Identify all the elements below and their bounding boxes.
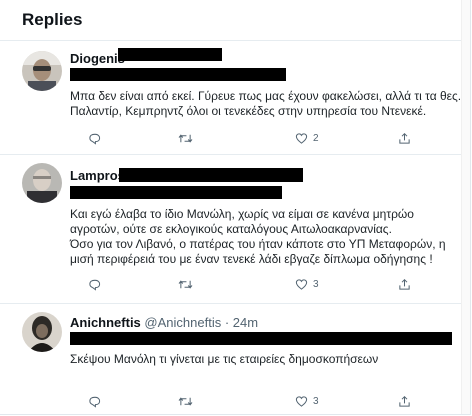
like-button[interactable]: 2	[295, 132, 319, 145]
comment-icon	[89, 133, 101, 145]
retweet-icon	[178, 397, 193, 406]
like-count: 3	[313, 279, 319, 290]
replies-panel: Replies Diogenis Μπα δεν είναι από εκεί.…	[0, 0, 471, 415]
reply-button[interactable]	[88, 132, 106, 145]
heart-icon	[295, 133, 308, 144]
tweet-text: Και εγώ έλαβα το ίδιο Μανώλη, χωρίς να ε…	[70, 207, 462, 267]
retweet-icon	[178, 134, 193, 143]
tweet-text-line: Μπα δεν είναι από εκεί. Γύρευε πως μας έ…	[70, 89, 465, 103]
like-count: 3	[313, 396, 319, 407]
heart-icon	[295, 396, 308, 407]
redacted-reply-context	[70, 332, 452, 345]
reply-button[interactable]	[88, 395, 106, 408]
reply-tweet[interactable]: Lampros Και εγώ έλαβα το ίδιο Μανώλη, χω…	[0, 154, 470, 304]
author-display-name[interactable]: Anichneftis	[70, 315, 141, 330]
replies-header: Replies	[0, 0, 470, 41]
comment-icon	[89, 279, 101, 291]
share-icon	[399, 278, 410, 290]
tweet-text-line: Παλαντίρ, Κεμπρηντζ όλοι οι τενεκέδες στ…	[70, 104, 427, 118]
author-name[interactable]: Lampros	[70, 168, 125, 183]
heart-icon	[295, 279, 308, 290]
like-button[interactable]: 3	[295, 278, 319, 291]
share-icon	[399, 132, 410, 144]
redacted-handle	[119, 168, 303, 182]
author-name[interactable]: Diogenis	[70, 51, 125, 66]
share-button[interactable]	[398, 278, 411, 291]
share-button[interactable]	[398, 395, 411, 408]
author-handle[interactable]: @Anichneftis	[144, 315, 221, 330]
reply-button[interactable]	[88, 278, 106, 291]
page-title: Replies	[22, 10, 83, 29]
redacted-handle	[118, 48, 222, 61]
tweet-timestamp[interactable]: · 24m	[225, 315, 258, 330]
tweet-text-line: Και εγώ έλαβα το ίδιο Μανώλη, χωρίς να ε…	[70, 207, 414, 221]
share-icon	[399, 395, 410, 407]
tweet-text: Σκέψου Μανόλη τι γίνεται με τις εταιρείε…	[70, 352, 462, 367]
reply-tweet[interactable]: Anichneftis @Anichneftis · 24m Σκέψου Μα…	[0, 303, 470, 414]
tweet-text: Μπα δεν είναι από εκεί. Γύρευε πως μας έ…	[70, 89, 465, 119]
avatar[interactable]	[22, 163, 62, 203]
avatar[interactable]	[22, 51, 62, 91]
author-name[interactable]: Anichneftis @Anichneftis · 24m	[70, 315, 258, 330]
like-button[interactable]: 3	[295, 395, 319, 408]
tweet-actions: 3	[70, 395, 450, 411]
like-count: 2	[313, 133, 319, 144]
tweet-text-line: μισή περιφέρειά του με έναν τενεκέ λάδι …	[70, 252, 433, 266]
tweet-text-line: Όσο για τον Λιβανό, ο πατέρας του ήταν κ…	[70, 237, 446, 251]
tweet-text-line: αγροτών, ούτε σε εκλογικούς καταλόγους Α…	[70, 222, 392, 236]
share-button[interactable]	[398, 132, 411, 145]
retweet-button[interactable]	[178, 278, 198, 291]
retweet-icon	[178, 280, 193, 289]
reply-tweet[interactable]: Diogenis Μπα δεν είναι από εκεί. Γύρευε …	[0, 41, 470, 155]
tweet-actions: 3	[70, 278, 450, 294]
tweet-actions: 2	[70, 132, 450, 148]
scrollbar[interactable]	[461, 0, 470, 414]
avatar[interactable]	[22, 312, 62, 352]
tweet-text-line: Σκέψου Μανόλη τι γίνεται με τις εταιρείε…	[70, 352, 379, 366]
redacted-reply-context	[70, 186, 282, 199]
comment-icon	[89, 396, 101, 408]
retweet-button[interactable]	[178, 132, 198, 145]
redacted-reply-context	[70, 68, 286, 81]
retweet-button[interactable]	[178, 395, 198, 408]
